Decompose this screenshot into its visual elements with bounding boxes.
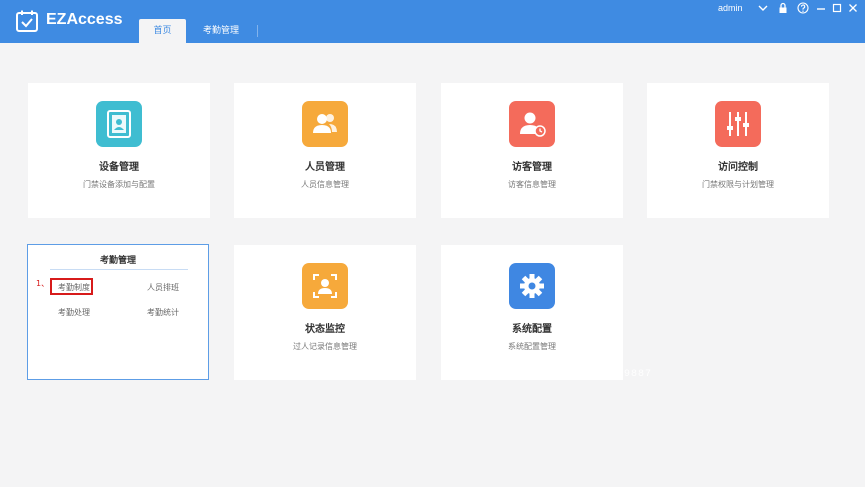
gear-icon [509,263,555,309]
chevron-down-icon[interactable] [757,2,769,14]
card-visitor-management[interactable]: 访客管理 访客信息管理 [441,83,623,218]
close-icon[interactable] [847,2,859,14]
watermark-text: 00:E0:4C:96:0C:1C-v19887 [484,369,653,380]
app-title: EZAccess [46,11,123,28]
card-title: 状态监控 [305,324,345,335]
lock-icon[interactable] [777,2,789,14]
top-bar: EZAccess 首页 考勤管理 admin [0,0,865,43]
card-subtitle: 人员信息管理 [301,180,349,189]
sliders-icon [715,101,761,147]
card-title: 访问控制 [718,162,758,173]
tab-attendance[interactable]: 考勤管理 [186,19,256,43]
card-device-management[interactable]: 设备管理 门禁设备添加与配置 [28,83,210,218]
attendance-rules-link[interactable]: 考勤制度 [58,282,90,293]
visitor-icon [509,101,555,147]
card-subtitle: 访客信息管理 [508,180,556,189]
tab-home[interactable]: 首页 [139,19,186,43]
tab-divider [257,25,258,37]
card-title: 访客管理 [512,162,552,173]
card-attendance-management: 考勤管理 1、 考勤制度 人员排班 考勤处理 考勤统计 [27,244,209,380]
calendar-check-icon [16,10,38,32]
attendance-title: 考勤管理 [99,256,136,266]
attendance-processing-link[interactable]: 考勤处理 [58,307,90,318]
card-status-monitoring[interactable]: 状态监控 过人记录信息管理 [234,245,416,380]
card-title: 设备管理 [99,162,139,173]
face-scan-icon [302,263,348,309]
staff-scheduling-link[interactable]: 人员排班 [147,282,179,293]
step-label: 1、 [36,279,50,288]
card-personnel-management[interactable]: 人员管理 人员信息管理 [234,83,416,218]
minimize-icon[interactable] [815,2,827,14]
card-access-control[interactable]: 访问控制 门禁权限与计划管理 [647,83,829,218]
card-subtitle: 门禁权限与计划管理 [702,180,774,189]
people-icon [302,101,348,147]
maximize-icon[interactable] [831,2,843,14]
card-title: 系统配置 [512,324,552,335]
divider [50,269,188,270]
card-title: 人员管理 [305,162,345,173]
card-system-config[interactable]: 系统配置 系统配置管理 [441,245,623,380]
user-name[interactable]: admin [718,3,743,13]
card-subtitle: 门禁设备添加与配置 [83,180,155,189]
attendance-statistics-link[interactable]: 考勤统计 [147,307,179,318]
card-subtitle: 过人记录信息管理 [293,342,357,351]
device-icon [96,101,142,147]
help-icon[interactable] [797,2,809,14]
card-subtitle: 系统配置管理 [508,342,556,351]
